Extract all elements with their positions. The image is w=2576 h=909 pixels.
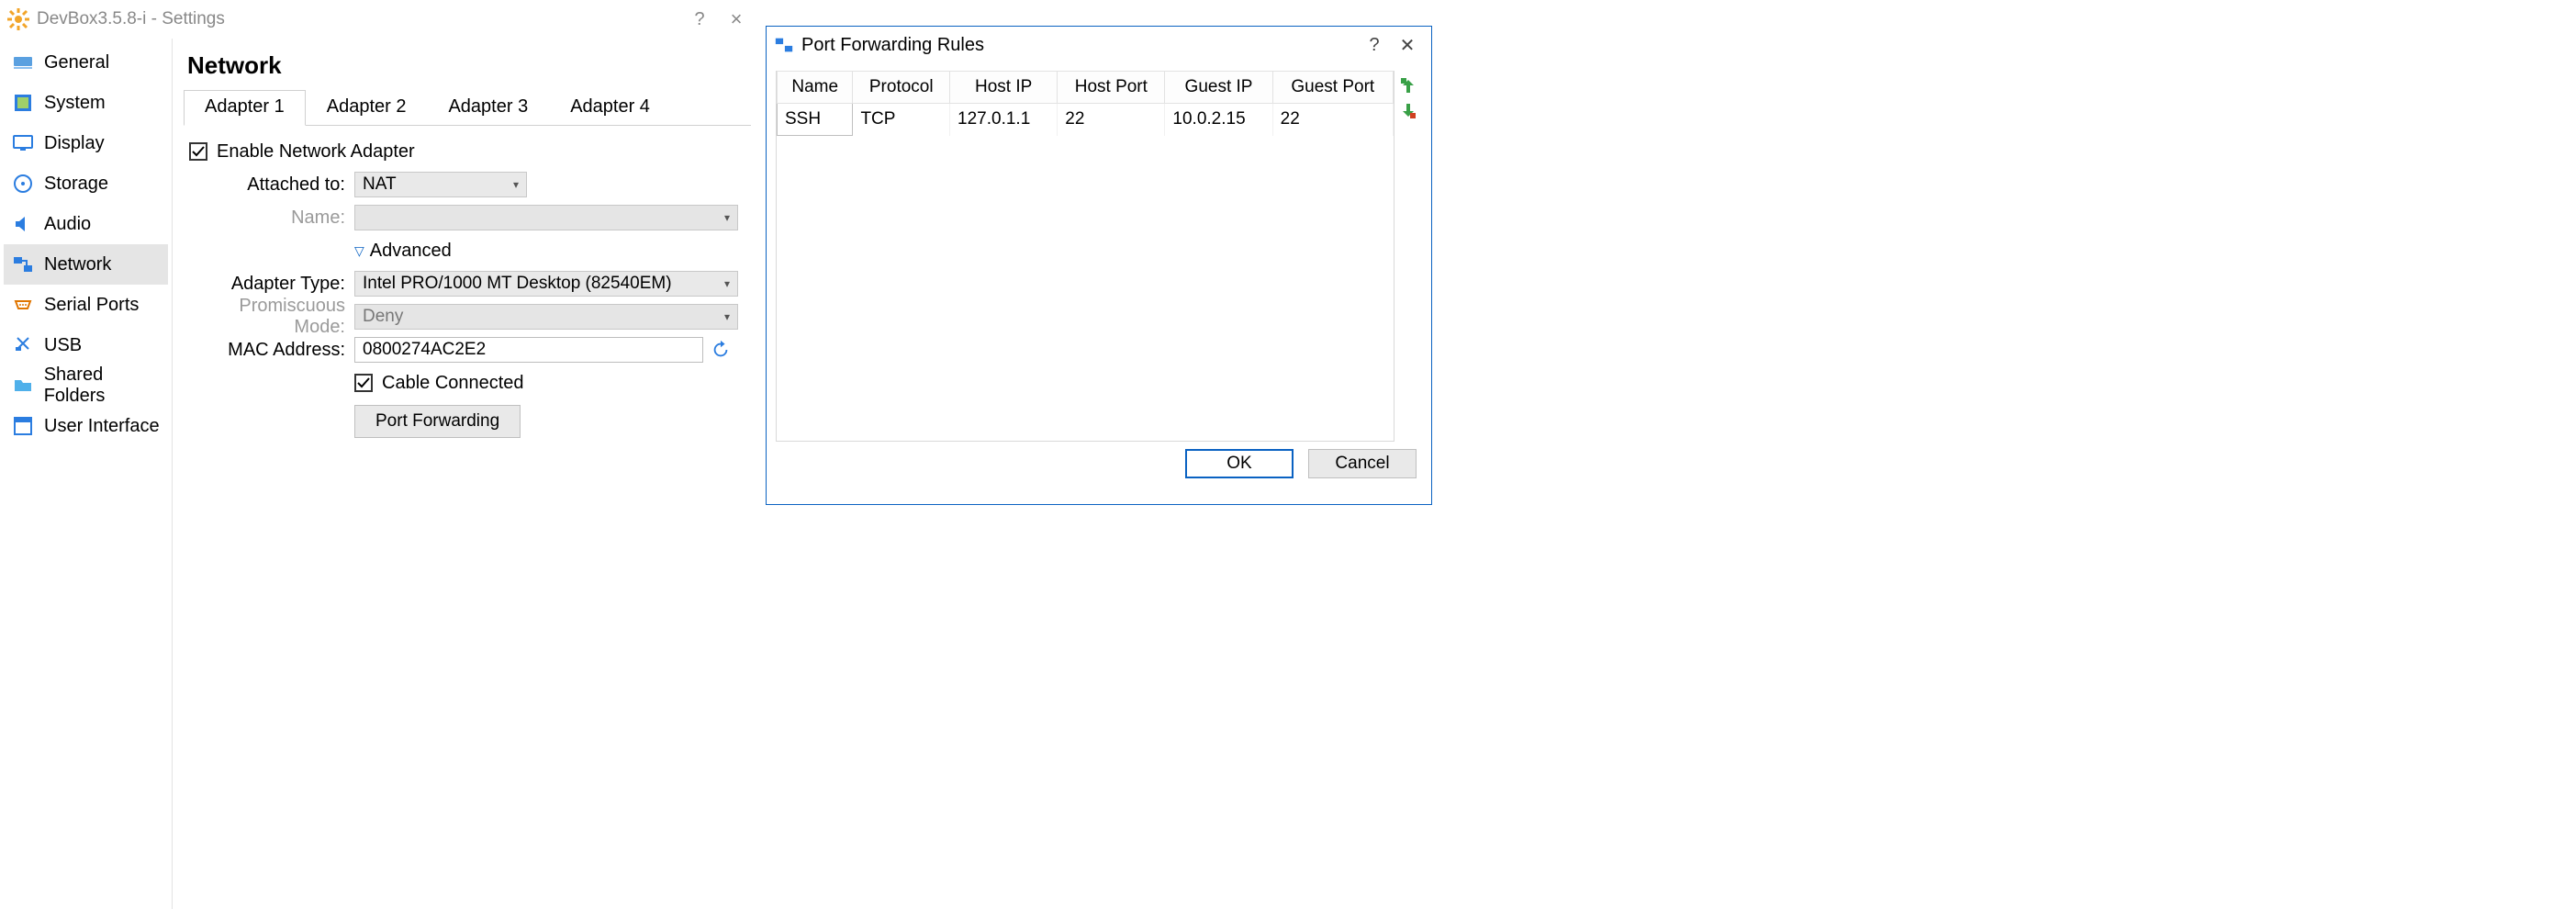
sidebar-item-system[interactable]: System (4, 83, 168, 123)
sidebar-item-label: USB (44, 335, 82, 356)
pf-rule-host-ip[interactable]: 127.0.1.1 (950, 104, 1058, 136)
sidebar-item-display[interactable]: Display (4, 123, 168, 163)
pf-close-button[interactable]: ✕ (1391, 34, 1424, 57)
close-button[interactable]: × (718, 7, 755, 31)
triangle-down-icon: ▽ (354, 243, 364, 259)
help-button[interactable]: ? (681, 9, 718, 30)
pf-dialog-title: Port Forwarding Rules (801, 35, 1358, 56)
gear-icon (7, 8, 29, 30)
shared-folders-icon (11, 374, 35, 398)
network-icon (774, 35, 794, 55)
promiscuous-label: Promiscuous Mode: (189, 296, 354, 338)
system-icon (11, 91, 35, 115)
pf-rule-name[interactable]: SSH (778, 104, 853, 136)
col-host-port[interactable]: Host Port (1058, 72, 1165, 104)
sidebar-item-user-interface[interactable]: User Interface (4, 406, 168, 446)
col-name[interactable]: Name (778, 72, 853, 104)
mac-address-input[interactable] (354, 337, 703, 363)
general-icon (11, 50, 35, 74)
remove-rule-button[interactable] (1399, 102, 1417, 120)
mac-label: MAC Address: (189, 340, 354, 361)
settings-titlebar: DevBox3.5.8-i - Settings ? × (0, 0, 762, 39)
refresh-mac-button[interactable] (711, 340, 731, 360)
attached-to-label: Attached to: (189, 174, 354, 196)
settings-sidebar: General System Display Storage Audio Net (0, 39, 173, 909)
sidebar-item-label: Network (44, 254, 111, 275)
adapter-type-value: Intel PRO/1000 MT Desktop (82540EM) (363, 274, 672, 294)
tab-adapter-1[interactable]: Adapter 1 (184, 90, 306, 126)
window-title: DevBox3.5.8-i - Settings (37, 9, 681, 29)
name-label: Name: (189, 208, 354, 229)
sidebar-item-audio[interactable]: Audio (4, 204, 168, 244)
attached-to-select[interactable]: NAT ▾ (354, 172, 527, 197)
sidebar-item-shared-folders[interactable]: Shared Folders (4, 365, 168, 406)
adapter-tabs: Adapter 1 Adapter 2 Adapter 3 Adapter 4 (184, 89, 751, 126)
chevron-down-icon: ▾ (724, 277, 730, 290)
page-title: Network (184, 39, 751, 89)
name-select: ▾ (354, 205, 738, 230)
tab-adapter-4[interactable]: Adapter 4 (549, 90, 671, 126)
sidebar-item-label: Display (44, 133, 105, 154)
chevron-down-icon: ▾ (724, 310, 730, 323)
pf-rule-row[interactable]: SSH TCP 127.0.1.1 22 10.0.2.15 22 (778, 104, 1394, 136)
col-guest-ip[interactable]: Guest IP (1165, 72, 1272, 104)
usb-icon (11, 333, 35, 357)
pf-cancel-button[interactable]: Cancel (1308, 449, 1417, 478)
adapter-type-select[interactable]: Intel PRO/1000 MT Desktop (82540EM) ▾ (354, 271, 738, 297)
sidebar-item-usb[interactable]: USB (4, 325, 168, 365)
pf-rule-protocol[interactable]: TCP (853, 104, 950, 136)
display-icon (11, 131, 35, 155)
settings-window: DevBox3.5.8-i - Settings ? × General Sys… (0, 0, 762, 909)
serial-ports-icon (11, 293, 35, 317)
storage-icon (11, 172, 35, 196)
settings-main: Network Adapter 1 Adapter 2 Adapter 3 Ad… (173, 39, 762, 909)
port-forwarding-button[interactable]: Port Forwarding (354, 405, 521, 438)
pf-rule-host-port[interactable]: 22 (1058, 104, 1165, 136)
sidebar-item-label: Audio (44, 214, 91, 235)
add-rule-button[interactable] (1399, 76, 1417, 95)
sidebar-item-label: System (44, 93, 106, 114)
cable-connected-checkbox[interactable] (354, 374, 373, 392)
sidebar-item-storage[interactable]: Storage (4, 163, 168, 204)
pf-rule-guest-ip[interactable]: 10.0.2.15 (1165, 104, 1272, 136)
cable-connected-label: Cable Connected (382, 373, 524, 394)
advanced-label: Advanced (370, 241, 452, 262)
tab-adapter-3[interactable]: Adapter 3 (427, 90, 549, 126)
col-host-ip[interactable]: Host IP (950, 72, 1058, 104)
enable-adapter-label: Enable Network Adapter (217, 141, 415, 163)
sidebar-item-label: Storage (44, 174, 108, 195)
user-interface-icon (11, 414, 35, 438)
sidebar-item-network[interactable]: Network (4, 244, 168, 285)
sidebar-item-general[interactable]: General (4, 42, 168, 83)
audio-icon (11, 212, 35, 236)
chevron-down-icon: ▾ (513, 178, 519, 191)
pf-titlebar: Port Forwarding Rules ? ✕ (767, 27, 1431, 63)
sidebar-item-label: Shared Folders (44, 365, 168, 407)
pf-help-button[interactable]: ? (1358, 35, 1391, 56)
network-icon (11, 252, 35, 276)
chevron-down-icon: ▾ (724, 211, 730, 224)
col-guest-port[interactable]: Guest Port (1272, 72, 1393, 104)
advanced-toggle[interactable]: ▽ Advanced (354, 241, 452, 262)
pf-rules-table: Name Protocol Host IP Host Port Guest IP… (776, 71, 1394, 442)
pf-ok-button[interactable]: OK (1185, 449, 1294, 478)
col-protocol[interactable]: Protocol (853, 72, 950, 104)
promiscuous-value: Deny (363, 307, 403, 327)
attached-to-value: NAT (363, 174, 397, 195)
promiscuous-select: Deny ▾ (354, 304, 738, 330)
tab-adapter-2[interactable]: Adapter 2 (306, 90, 428, 126)
sidebar-item-label: User Interface (44, 416, 160, 437)
sidebar-item-label: Serial Ports (44, 295, 139, 316)
sidebar-item-label: General (44, 52, 109, 73)
port-forwarding-dialog: Port Forwarding Rules ? ✕ Name Protocol … (766, 26, 1432, 505)
enable-adapter-checkbox[interactable] (189, 142, 207, 161)
adapter-type-label: Adapter Type: (189, 274, 354, 295)
pf-rule-guest-port[interactable]: 22 (1272, 104, 1393, 136)
sidebar-item-serial-ports[interactable]: Serial Ports (4, 285, 168, 325)
